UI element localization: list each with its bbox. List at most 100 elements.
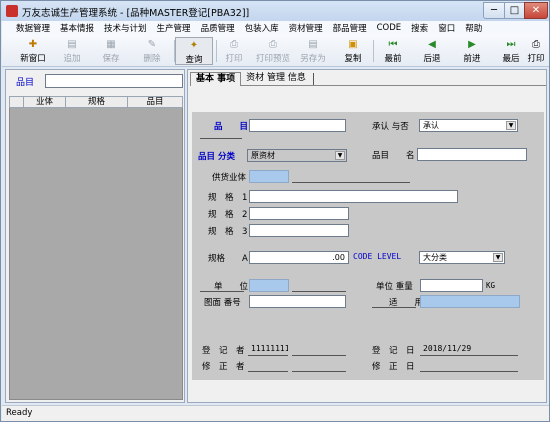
save-as-icon: ▤ — [308, 39, 318, 50]
save-icon: ▦ — [106, 39, 116, 50]
menu-search[interactable]: 搜索 — [406, 22, 433, 34]
save-as-label: 另存为 — [300, 54, 326, 64]
save-label: 保存 — [102, 54, 120, 64]
query-button[interactable]: ✦ 查询 — [175, 37, 213, 65]
chevron-down-icon: ▼ — [506, 121, 516, 130]
category-value: 原资材 — [251, 151, 275, 160]
divider — [200, 291, 244, 292]
edit-date-label: 修 正 日 — [372, 362, 415, 372]
menu-window[interactable]: 窗口 — [433, 22, 460, 34]
unit-weight-field[interactable] — [420, 279, 483, 292]
code-level-label: CODE LEVEL — [353, 252, 402, 261]
tab-strip: 基本 事项 资材 管理 信息 — [190, 72, 546, 86]
spec1-label: 规 格 1 — [208, 193, 248, 203]
code-level-select[interactable]: 大分类 ▼ — [419, 251, 505, 264]
menu-basic-info[interactable]: 基本情报 — [55, 22, 99, 34]
print-label: 打印 — [225, 54, 243, 64]
spec3-field[interactable] — [249, 224, 349, 237]
window-title: 万友志诚生产管理系统 - [品种MASTER登记[PBA32]] — [22, 8, 250, 19]
menu-code[interactable]: CODE — [372, 23, 407, 33]
back-icon: ◀ — [428, 39, 436, 50]
supplier-code-field[interactable] — [249, 170, 289, 183]
spec3-label: 规 格 3 — [208, 227, 248, 237]
minimize-button[interactable]: ─ — [483, 2, 505, 19]
form-area: 品 目 承认 与否 承认 ▼ 品目 分类 原资材 ▼ 品目 名 供货业体 规 格… — [192, 112, 544, 380]
save-button[interactable]: ▦ 保存 — [92, 37, 130, 65]
item-name-field[interactable] — [417, 148, 527, 161]
registrar-field: 11111111 — [248, 343, 288, 356]
menu-packaging[interactable]: 包装入库 — [240, 22, 284, 34]
drawing-number-label: 图面 番号 — [204, 298, 241, 308]
chevron-down-icon: ▼ — [335, 151, 345, 160]
title-bar: 万友志诚生产管理系统 - [品种MASTER登记[PBA32]] ─ □ ✕ — [1, 1, 549, 21]
new-window-icon: ✚ — [28, 39, 38, 50]
menu-data-management[interactable]: 数据管理 — [2, 22, 55, 34]
edit-date-line — [420, 371, 518, 372]
col-header-item[interactable]: 品目 — [128, 97, 182, 107]
item-search-input[interactable] — [45, 74, 183, 88]
chevron-down-icon: ▼ — [493, 253, 503, 262]
unit-weight-unit: KG — [486, 281, 496, 290]
forward-button[interactable]: ▶ 前进 — [453, 37, 491, 65]
forward-icon: ▶ — [468, 39, 476, 50]
item-code-field[interactable] — [249, 119, 346, 132]
unit-name-line — [292, 291, 346, 292]
item-name-label: 品目 名 — [372, 151, 415, 161]
menu-bar: 数据管理 基本情报 技术与计划 生产管理 品质管理 包装入库 资材管理 部品管理… — [2, 21, 549, 35]
last-icon: ⏭ — [506, 39, 516, 50]
toolbar: ✚ 新窗口 ▤ 追加 ▦ 保存 ✎ 删除 ✦ 查询 ⎙ 打印 ⎙ 打印预览 ▤ … — [2, 35, 549, 67]
approve-label: 承认 与否 — [372, 122, 409, 132]
save-as-button[interactable]: ▤ 另存为 — [294, 37, 332, 65]
app-icon — [6, 5, 18, 17]
category-select[interactable]: 原资材 ▼ — [247, 149, 347, 162]
drawing-number-field[interactable] — [249, 295, 346, 308]
tab-basic-info[interactable]: 基本 事项 — [190, 72, 242, 86]
first-icon: ⏮ — [388, 39, 398, 50]
unit-code-field[interactable] — [249, 279, 289, 292]
print-preview-button[interactable]: ⎙ 打印预览 — [254, 37, 292, 65]
first-button[interactable]: ⏮ 最前 — [374, 37, 412, 65]
item-grid-body[interactable] — [9, 108, 183, 400]
supplier-label: 供货业体 — [212, 173, 247, 183]
print-button-right[interactable]: ⎙ 打印 — [524, 37, 548, 65]
close-button[interactable]: ✕ — [524, 2, 548, 19]
add-label: 追加 — [63, 54, 81, 64]
query-label: 查询 — [185, 55, 203, 65]
tab-material-info[interactable]: 资材 管理 信息 — [241, 72, 311, 85]
menu-quality[interactable]: 品质管理 — [196, 22, 240, 34]
approve-select[interactable]: 承认 ▼ — [419, 119, 518, 132]
usage-field[interactable] — [420, 295, 520, 308]
print-button[interactable]: ⎙ 打印 — [215, 37, 253, 65]
col-header-spec[interactable]: 规格 — [66, 97, 128, 107]
delete-button[interactable]: ✎ 删除 — [133, 37, 171, 65]
forward-label: 前进 — [463, 54, 481, 64]
spec2-label: 规 格 2 — [208, 210, 248, 220]
new-window-label: 新窗口 — [20, 54, 46, 64]
reg-date-label: 登 记 日 — [372, 346, 415, 356]
copy-button[interactable]: ▣ 复制 — [334, 37, 372, 65]
menu-production[interactable]: 生产管理 — [152, 22, 196, 34]
print-preview-icon: ⎙ — [269, 39, 277, 50]
spec1-field[interactable] — [249, 190, 458, 203]
menu-materials[interactable]: 资材管理 — [284, 22, 328, 34]
menu-parts[interactable]: 部品管理 — [328, 22, 372, 34]
divider — [372, 307, 416, 308]
col-header-vendor[interactable]: 业体 — [24, 97, 66, 107]
approve-value: 承认 — [423, 121, 439, 130]
new-window-button[interactable]: ✚ 新窗口 — [14, 37, 52, 65]
spec2-field[interactable] — [249, 207, 349, 220]
tab-divider — [312, 73, 314, 85]
back-button[interactable]: ◀ 后退 — [413, 37, 451, 65]
maximize-button[interactable]: □ — [504, 2, 525, 19]
main-window: 万友志诚生产管理系统 - [品种MASTER登记[PBA32]] ─ □ ✕ 数… — [0, 0, 550, 422]
specA-field[interactable]: .00 — [249, 251, 349, 264]
supplier-name-line — [292, 182, 410, 183]
menu-tech-plan[interactable]: 技术与计划 — [99, 22, 152, 34]
editor-label: 修 正 者 — [202, 362, 245, 372]
menu-help[interactable]: 帮助 — [460, 22, 487, 34]
editor-name-line — [292, 371, 346, 372]
copy-label: 复制 — [344, 54, 362, 64]
add-button[interactable]: ▤ 追加 — [53, 37, 91, 65]
delete-icon: ✎ — [147, 39, 157, 50]
print-icon: ⎙ — [230, 39, 238, 50]
